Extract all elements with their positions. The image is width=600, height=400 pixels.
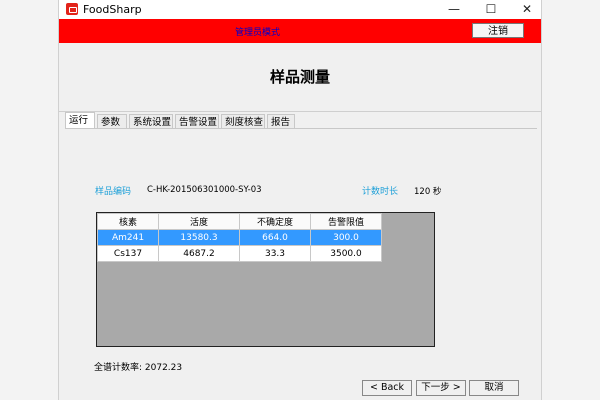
table-row[interactable]: Cs137 4687.2 33.3 3500.0: [97, 245, 382, 262]
column-header-uncertainty[interactable]: 不确定度: [239, 213, 311, 230]
back-button[interactable]: < Back: [362, 380, 412, 396]
mode-label: 管理员模式: [235, 28, 281, 38]
cell-nuclide: Cs137: [97, 245, 159, 262]
cell-alarm-limit: 3500.0: [310, 245, 382, 262]
column-header-activity[interactable]: 活度: [158, 213, 240, 230]
cell-activity: 4687.2: [158, 245, 240, 262]
total-count-rate: 全谱计数率: 2072.23: [94, 363, 183, 373]
close-icon[interactable]: ✕: [515, 0, 539, 19]
app-logo-icon: [66, 3, 78, 15]
tab-report[interactable]: 报告: [267, 114, 295, 129]
cell-alarm-limit: 300.0: [310, 229, 382, 246]
logout-button[interactable]: 注销: [472, 23, 524, 38]
tab-alarm-settings[interactable]: 告警设置: [175, 114, 219, 129]
title-bar: FoodSharp — ☐ ✕: [59, 0, 541, 19]
divider: [59, 111, 541, 112]
next-button[interactable]: 下一步 >: [416, 380, 466, 396]
results-grid[interactable]: 核素 活度 不确定度 告警限值 Am241 13580.3 664.0 300.…: [96, 212, 435, 347]
cell-activity: 13580.3: [158, 229, 240, 246]
cell-uncertainty: 664.0: [239, 229, 311, 246]
count-duration-label: 计数时长: [362, 187, 399, 197]
column-header-nuclide[interactable]: 核素: [97, 213, 159, 230]
cell-nuclide: Am241: [97, 229, 159, 246]
tab-system-settings[interactable]: 系统设置: [129, 114, 173, 129]
tab-divider: [65, 128, 537, 129]
table-header-row: 核素 活度 不确定度 告警限值: [97, 213, 382, 230]
tab-run[interactable]: 运行: [65, 112, 95, 129]
tab-params[interactable]: 参数: [97, 114, 127, 129]
window-title: FoodSharp: [83, 3, 142, 16]
cell-uncertainty: 33.3: [239, 245, 311, 262]
tab-calibration-check[interactable]: 刻度核查: [221, 114, 265, 129]
app-window: FoodSharp — ☐ ✕ 管理员模式 注销 样品测量 运行 参数 系统设置…: [58, 0, 542, 400]
column-header-alarm-limit[interactable]: 告警限值: [310, 213, 382, 230]
cancel-button[interactable]: 取消: [469, 380, 519, 396]
mode-banner: 管理员模式 注销: [59, 19, 541, 43]
sample-id-label: 样品编码: [95, 187, 132, 197]
page-title: 样品测量: [269, 68, 330, 86]
results-table: 核素 活度 不确定度 告警限值 Am241 13580.3 664.0 300.…: [97, 213, 382, 262]
sample-id-value: C-HK-201506301000-SY-03: [147, 185, 262, 195]
maximize-icon[interactable]: ☐: [479, 0, 503, 19]
count-duration-value: 120 秒: [414, 187, 442, 197]
table-row[interactable]: Am241 13580.3 664.0 300.0: [97, 229, 382, 246]
minimize-icon[interactable]: —: [442, 0, 466, 19]
